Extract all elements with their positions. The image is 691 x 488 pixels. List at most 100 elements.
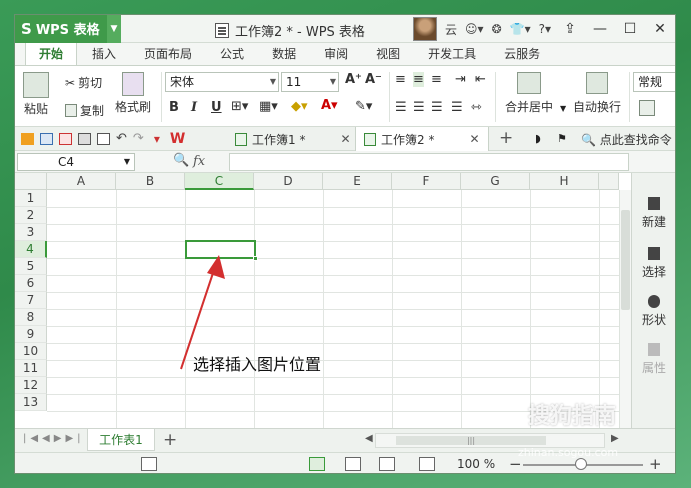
row-header-8[interactable]: 8 bbox=[15, 309, 47, 326]
vertical-scrollbar[interactable] bbox=[619, 190, 631, 428]
doc-tab-workbook2[interactable]: 工作簿2 * ✕ bbox=[355, 127, 489, 151]
fill-handle[interactable] bbox=[253, 256, 258, 261]
distribute-icon[interactable]: ⇿ bbox=[471, 100, 482, 115]
tab-view[interactable]: 视图 bbox=[363, 42, 413, 65]
font-color-icon[interactable]: A▾ bbox=[321, 98, 338, 113]
font-grow-icon[interactable]: A⁺ bbox=[345, 72, 362, 87]
row-header-6[interactable]: 6 bbox=[15, 275, 47, 292]
spreadsheet-grid[interactable]: A B C D E F G H 1 2 3 4 5 6 7 8 9 10 11 … bbox=[15, 173, 631, 428]
row-header-12[interactable]: 12 bbox=[15, 377, 47, 394]
add-sheet-icon[interactable]: + bbox=[163, 430, 177, 450]
column-header-h[interactable]: H bbox=[530, 173, 599, 190]
app-menu-button[interactable]: S WPS 表格 ▼ bbox=[15, 15, 121, 43]
calendar-icon[interactable] bbox=[141, 457, 157, 471]
wrap-text-button[interactable]: 自动换行 bbox=[573, 72, 621, 115]
borders-icon[interactable]: ⊞▾ bbox=[231, 99, 248, 114]
column-header-d[interactable]: D bbox=[254, 173, 323, 190]
tab-home[interactable]: 开始 bbox=[25, 41, 78, 65]
row-header-3[interactable]: 3 bbox=[15, 224, 47, 241]
panel-new-button[interactable]: 新建 bbox=[632, 197, 675, 230]
currency-format-icon[interactable] bbox=[639, 100, 655, 116]
normal-view-icon[interactable] bbox=[309, 457, 325, 471]
font-shrink-icon[interactable]: A⁻ bbox=[365, 72, 382, 87]
align-center-icon[interactable]: ☰ bbox=[413, 100, 425, 115]
scroll-left-icon[interactable]: ◀ bbox=[365, 433, 373, 444]
font-name-select[interactable]: 宋体 ▼ bbox=[165, 72, 279, 92]
wps-w-logo-icon[interactable]: W bbox=[170, 131, 185, 147]
tab-data[interactable]: 数据 bbox=[259, 42, 309, 65]
print-icon[interactable] bbox=[78, 132, 91, 145]
column-header-overflow[interactable] bbox=[599, 173, 619, 190]
open-folder-icon[interactable] bbox=[21, 132, 34, 145]
chevron-down-icon[interactable]: ▼ bbox=[560, 104, 566, 113]
column-header-a[interactable]: A bbox=[47, 173, 116, 190]
align-bottom-icon[interactable]: ≡ bbox=[431, 72, 442, 87]
redo-icon[interactable]: ↷ bbox=[133, 131, 144, 146]
maximize-button[interactable]: ☐ bbox=[615, 15, 645, 43]
doc-tab-workbook1[interactable]: 工作簿1 * ✕ bbox=[227, 127, 359, 151]
restore-up-icon[interactable]: ⇪ bbox=[555, 15, 585, 43]
clear-format-icon[interactable]: ✎▾ bbox=[355, 99, 372, 114]
close-icon[interactable]: ✕ bbox=[469, 132, 479, 146]
italic-button[interactable]: I bbox=[191, 100, 197, 115]
column-header-c[interactable]: C bbox=[185, 173, 254, 190]
justify-icon[interactable]: ☰ bbox=[451, 100, 463, 115]
merge-center-button[interactable]: 合并居中 bbox=[505, 72, 553, 115]
tab-review[interactable]: 审阅 bbox=[311, 42, 361, 65]
row-header-7[interactable]: 7 bbox=[15, 292, 47, 309]
insert-function-icon[interactable]: fx bbox=[193, 154, 205, 169]
command-search[interactable]: 🔍 点此查找命令 bbox=[581, 131, 672, 148]
panel-shapes-button[interactable]: 形状 bbox=[632, 295, 675, 328]
reading-layout-icon[interactable] bbox=[379, 457, 395, 471]
panel-select-button[interactable]: 选择 bbox=[632, 247, 675, 280]
print-preview-icon[interactable] bbox=[97, 132, 110, 145]
tab-page-layout[interactable]: 页面布局 bbox=[131, 42, 205, 65]
scroll-right-icon[interactable]: ▶ bbox=[611, 433, 619, 444]
indent-increase-icon[interactable]: ⇥ bbox=[455, 72, 466, 87]
align-middle-icon[interactable]: ≡ bbox=[413, 72, 424, 87]
undo-icon[interactable]: ↶ bbox=[116, 131, 127, 146]
align-top-icon[interactable]: ≡ bbox=[395, 72, 406, 87]
cloud-status-icon[interactable]: ☺▾ bbox=[465, 22, 484, 36]
skin-icon[interactable]: ❂ bbox=[492, 22, 502, 36]
zoom-slider-knob[interactable] bbox=[575, 458, 587, 470]
indent-decrease-icon[interactable]: ⇤ bbox=[475, 72, 486, 87]
underline-button[interactable]: U bbox=[211, 100, 222, 115]
number-format-select[interactable]: 常规 bbox=[633, 72, 675, 92]
column-header-e[interactable]: E bbox=[323, 173, 392, 190]
tab-insert[interactable]: 插入 bbox=[79, 42, 129, 65]
paste-button[interactable]: 粘贴 bbox=[23, 72, 49, 117]
row-header-5[interactable]: 5 bbox=[15, 258, 47, 275]
close-button[interactable]: ✕ bbox=[645, 15, 675, 43]
export-pdf-icon[interactable] bbox=[59, 132, 72, 145]
row-header-4[interactable]: 4 bbox=[15, 241, 47, 258]
close-icon[interactable]: ✕ bbox=[340, 132, 350, 146]
copy-button[interactable]: 复制 bbox=[65, 102, 104, 119]
cell-style-icon[interactable]: ▦▾ bbox=[259, 99, 278, 114]
bold-button[interactable]: B bbox=[169, 100, 179, 115]
select-all-corner[interactable] bbox=[15, 173, 47, 190]
help-button[interactable]: ?▾ bbox=[539, 22, 551, 36]
column-header-b[interactable]: B bbox=[116, 173, 185, 190]
avatar[interactable] bbox=[413, 17, 437, 41]
chevron-down-icon[interactable]: ▼ bbox=[107, 15, 121, 43]
name-box[interactable]: C4 ▼ bbox=[17, 153, 135, 171]
zoom-level[interactable]: 100 % bbox=[457, 457, 495, 471]
column-header-f[interactable]: F bbox=[392, 173, 461, 190]
cut-button[interactable]: ✂ 剪切 bbox=[65, 74, 102, 91]
font-size-select[interactable]: 11 ▼ bbox=[281, 72, 339, 92]
zoom-in-icon[interactable]: + bbox=[649, 455, 662, 473]
flag-icon[interactable]: ⚑ bbox=[557, 132, 567, 145]
tab-developer[interactable]: 开发工具 bbox=[415, 42, 489, 65]
horizontal-scroll-thumb[interactable]: ||| bbox=[396, 436, 546, 445]
backup-icon[interactable]: ◗ bbox=[535, 132, 541, 145]
new-tab-icon[interactable]: + bbox=[499, 128, 513, 148]
zoom-search-icon[interactable]: 🔍 bbox=[173, 153, 189, 168]
page-break-view-icon[interactable] bbox=[345, 457, 361, 471]
panel-properties-button[interactable]: 属性 bbox=[632, 343, 675, 376]
format-painter-button[interactable]: 格式刷 bbox=[115, 72, 151, 115]
eye-protection-icon[interactable] bbox=[419, 457, 435, 471]
row-header-10[interactable]: 10 bbox=[15, 343, 47, 360]
row-header-13[interactable]: 13 bbox=[15, 394, 47, 411]
shirt-icon[interactable]: 👕▾ bbox=[510, 22, 531, 36]
